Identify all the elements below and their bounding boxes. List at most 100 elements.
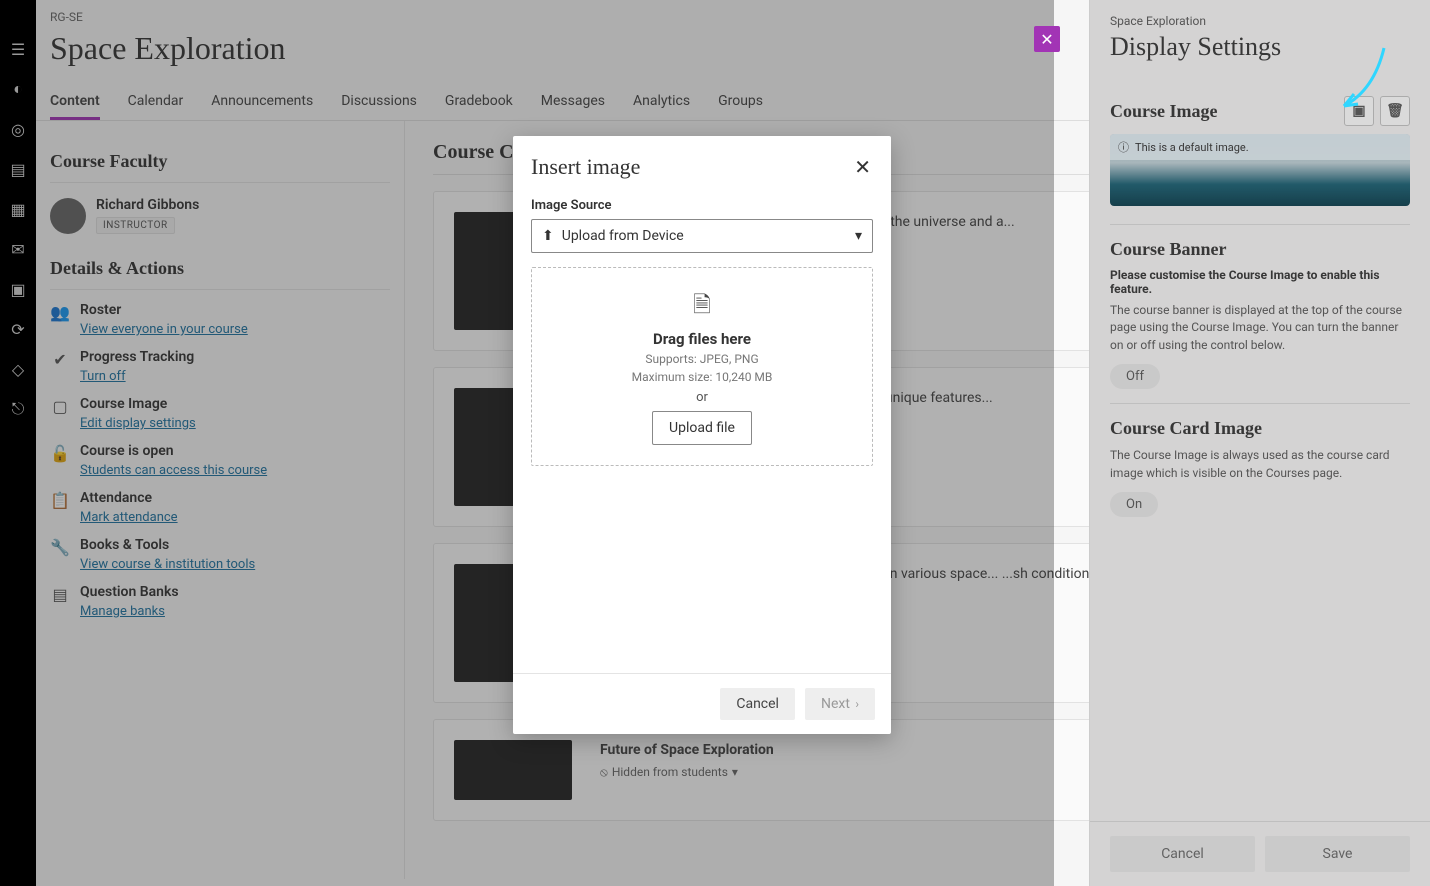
tab-content[interactable]: Content	[50, 85, 100, 120]
dropzone-maxsize: Maximum size: 10,240 MB	[632, 370, 773, 384]
nav-icon-admin[interactable]: ◇	[9, 360, 27, 378]
sidebar-item-title: Attendance	[80, 490, 178, 506]
faculty-role: INSTRUCTOR	[96, 217, 175, 234]
image-source-label: Image Source	[531, 198, 873, 213]
bank-icon: ▤	[50, 584, 70, 604]
insert-image-modal: Insert image ✕ Image Source ⬆ Upload fro…	[513, 136, 891, 734]
wrench-icon: 🔧	[50, 537, 70, 557]
course-sidebar: Course Faculty Richard Gibbons INSTRUCTO…	[36, 121, 405, 879]
sidebar-item-link[interactable]: Turn off	[80, 369, 126, 384]
upload-file-button[interactable]: Upload file	[652, 411, 752, 445]
panel-save-button[interactable]: Save	[1265, 836, 1410, 872]
panel-body: Course Image ▣ 🗑 ⓘ This is a default ima…	[1090, 82, 1430, 821]
banner-callout: Please customise the Course Image to ena…	[1110, 268, 1410, 296]
dropzone-title: Drag files here	[653, 330, 751, 348]
chevron-down-icon[interactable]: ▾	[732, 764, 738, 781]
panel-cancel-button[interactable]: Cancel	[1110, 836, 1255, 872]
sidebar-item-course-open: 🔓 Course is open Students can access thi…	[50, 443, 390, 478]
select-value: Upload from Device	[562, 228, 684, 244]
sidebar-item-title: Course is open	[80, 443, 267, 459]
sidebar-item-title: Books & Tools	[80, 537, 255, 553]
banner-toggle[interactable]: Off	[1110, 364, 1160, 389]
section-course-image: Course Image ▣ 🗑 ⓘ This is a default ima…	[1110, 96, 1410, 224]
panel-footer: Cancel Save	[1090, 821, 1430, 886]
card-thumbnail	[454, 740, 572, 800]
left-nav-rail: ☰ ◐ ◎ ▤ ▦ ✉ ▣ ⟳ ◇ ⎋	[0, 0, 36, 886]
check-circle-icon: ✔	[50, 349, 70, 369]
sidebar-item-link[interactable]: View everyone in your course	[80, 322, 248, 337]
hidden-icon: ⦸	[600, 764, 608, 781]
modal-next-button[interactable]: Next ›	[805, 688, 875, 720]
sidebar-item-link[interactable]: Mark attendance	[80, 510, 178, 525]
unlock-icon: 🔓	[50, 443, 70, 463]
tab-groups[interactable]: Groups	[718, 85, 763, 120]
nav-icon-grades[interactable]: ▣	[9, 280, 27, 298]
sidebar-item-books-tools: 🔧 Books & Tools View course & institutio…	[50, 537, 390, 572]
people-icon: 👥	[50, 302, 70, 322]
panel-breadcrumb: Space Exploration	[1110, 14, 1410, 28]
nav-icon-calendar[interactable]: ▦	[9, 200, 27, 218]
faculty-name: Richard Gibbons	[96, 197, 199, 213]
upload-icon: ⬆	[542, 228, 554, 244]
sidebar-item-link[interactable]: View course & institution tools	[80, 557, 255, 572]
faculty-row: Richard Gibbons INSTRUCTOR	[50, 197, 390, 234]
badge-text: This is a default image.	[1135, 141, 1249, 154]
nav-icon-tools[interactable]: ⟳	[9, 320, 27, 338]
dropzone-or: or	[696, 390, 708, 405]
tab-calendar[interactable]: Calendar	[128, 85, 184, 120]
next-label: Next	[821, 696, 850, 712]
panel-close-button[interactable]: ✕	[1034, 26, 1060, 52]
card-image-description: The Course Image is always used as the c…	[1110, 447, 1410, 482]
section-heading: Course Image	[1110, 101, 1217, 122]
image-source-select[interactable]: ⬆ Upload from Device ▾	[531, 219, 873, 253]
nav-icon-activity[interactable]: ◎	[9, 120, 27, 138]
section-course-banner: Course Banner Please customise the Cours…	[1110, 224, 1410, 403]
modal-footer: Cancel Next ›	[513, 673, 891, 734]
sidebar-item-link[interactable]: Edit display settings	[80, 416, 196, 431]
sidebar-item-question-banks: ▤ Question Banks Manage banks	[50, 584, 390, 619]
info-icon: ⓘ	[1118, 139, 1129, 155]
nav-icon-messages[interactable]: ✉	[9, 240, 27, 258]
banner-description: The course banner is displayed at the to…	[1110, 302, 1410, 354]
file-dropzone[interactable]: 🗎 Drag files here Supports: JPEG, PNG Ma…	[531, 267, 873, 466]
card-image-toggle[interactable]: On	[1110, 492, 1158, 517]
sidebar-item-title: Question Banks	[80, 584, 179, 600]
modal-close-button[interactable]: ✕	[854, 155, 871, 179]
section-heading: Course Card Image	[1110, 418, 1262, 439]
tab-gradebook[interactable]: Gradebook	[445, 85, 513, 120]
sidebar-item-title: Roster	[80, 302, 248, 318]
sidebar-item-roster: 👥 Roster View everyone in your course	[50, 302, 390, 337]
sidebar-item-title: Progress Tracking	[80, 349, 194, 365]
modal-body: Image Source ⬆ Upload from Device ▾ 🗎 Dr…	[513, 188, 891, 673]
tab-analytics[interactable]: Analytics	[633, 85, 690, 120]
upload-image-button[interactable]: ▣	[1344, 96, 1374, 126]
tab-messages[interactable]: Messages	[541, 85, 605, 120]
sidebar-item-link[interactable]: Manage banks	[80, 604, 165, 619]
image-icon: ▢	[50, 396, 70, 416]
panel-title: Display Settings	[1110, 32, 1410, 62]
nav-icon-institution[interactable]: ☰	[9, 40, 27, 58]
tab-discussions[interactable]: Discussions	[341, 85, 417, 120]
nav-icon-signout[interactable]: ⎋	[9, 400, 27, 418]
faculty-heading: Course Faculty	[50, 151, 390, 183]
nav-icon-courses[interactable]: ▤	[9, 160, 27, 178]
clipboard-icon: 📋	[50, 490, 70, 510]
sidebar-item-link[interactable]: Students can access this course	[80, 463, 267, 478]
chevron-down-icon: ▾	[855, 228, 862, 244]
visibility-label[interactable]: Hidden from students	[612, 764, 728, 781]
sidebar-item-progress: ✔ Progress Tracking Turn off	[50, 349, 390, 384]
course-image-preview: ⓘ This is a default image.	[1110, 134, 1410, 206]
modal-cancel-button[interactable]: Cancel	[720, 688, 795, 720]
panel-header: Space Exploration Display Settings	[1090, 0, 1430, 82]
section-course-card-image: Course Card Image The Course Image is al…	[1110, 403, 1410, 531]
sidebar-item-course-image: ▢ Course Image Edit display settings	[50, 396, 390, 431]
file-upload-icon: 🗎	[693, 288, 711, 326]
display-settings-panel: Space Exploration Display Settings Cours…	[1089, 0, 1430, 886]
tab-announcements[interactable]: Announcements	[211, 85, 313, 120]
details-heading: Details & Actions	[50, 258, 390, 290]
avatar	[50, 198, 86, 234]
nav-icon-profile[interactable]: ◐	[9, 80, 27, 98]
delete-image-button[interactable]: 🗑	[1380, 96, 1410, 126]
modal-header: Insert image ✕	[513, 136, 891, 188]
default-image-badge: ⓘ This is a default image.	[1110, 134, 1410, 160]
